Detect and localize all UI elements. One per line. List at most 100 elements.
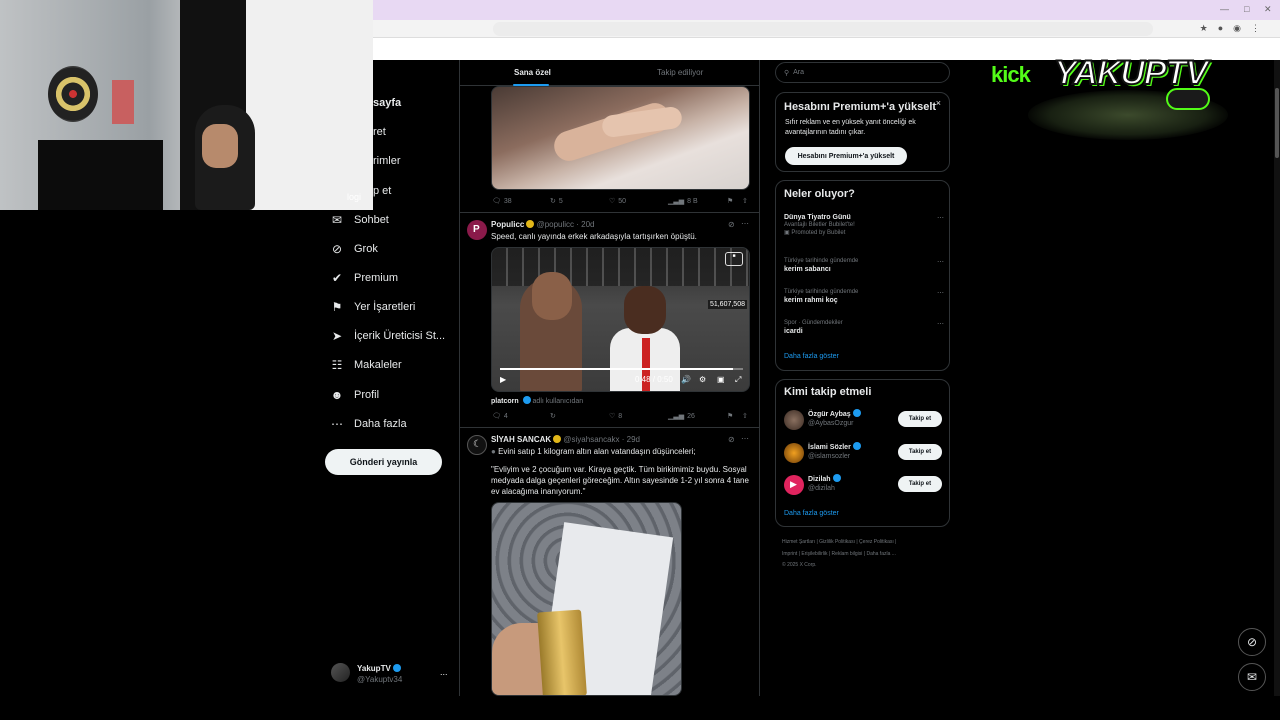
avatar[interactable]: ☾ — [467, 435, 487, 455]
scrollbar[interactable] — [1274, 60, 1280, 696]
more-icon[interactable]: ⋯ — [741, 219, 749, 228]
bookmark-button[interactable]: ⚑ — [727, 197, 733, 205]
bookmark-icon: ⚑ — [727, 413, 734, 420]
trend-item[interactable]: Türkiye tarihinde gündemde kerim sabancı… — [784, 258, 944, 273]
maximize-icon[interactable]: □ — [1244, 4, 1249, 14]
volume-icon[interactable]: 🔊 — [681, 375, 691, 384]
footer-links[interactable]: Hizmet Şartları | Gizlilik Politikası | … — [782, 536, 952, 548]
settings-icon[interactable]: ⚙ — [699, 375, 706, 384]
minimize-icon[interactable]: — — [1220, 4, 1229, 14]
reply-button[interactable]: 🗨 38 — [492, 197, 512, 206]
like-button[interactable]: ♡ 50 — [609, 197, 626, 206]
author-handle[interactable]: @populicc · 20d — [537, 220, 595, 229]
profile-icon: ☻ — [330, 388, 344, 402]
avatar[interactable]: P — [467, 220, 487, 240]
grok-icon[interactable]: ⊘ — [728, 435, 735, 444]
divider — [759, 60, 760, 696]
more-icon[interactable]: ⋯ — [937, 289, 944, 297]
account-switcher[interactable]: YakupTV @Yakuptv34 ... — [331, 661, 451, 691]
crescent-icon: ☾ — [473, 439, 482, 450]
nav-item-chat[interactable]: ✉ Sohbet — [330, 209, 389, 231]
more-icon[interactable]: ⋯ — [741, 434, 749, 443]
tweet-line-text: Evini satıp 1 kilogram altın alan vatand… — [498, 447, 696, 456]
trend-title: Dünya Tiyatro Günü — [784, 214, 851, 221]
suggestion-name-text: Dizilah — [808, 476, 831, 483]
views-button[interactable]: ▁▃▅ 8 B — [668, 197, 698, 206]
trend-item[interactable]: Dünya Tiyatro Günü Avantajlı Biletler Bu… — [784, 214, 944, 236]
grok-icon[interactable]: ⊘ — [1238, 628, 1266, 656]
nav-item-articles[interactable]: ☷ Makaleler — [330, 354, 402, 376]
tweet-line: ● Evini satıp 1 kilogram altın alan vata… — [491, 446, 751, 457]
show-more-link[interactable]: Daha fazla göster — [784, 353, 839, 360]
nav-item-bookmarks[interactable]: ⚑ Yer İşaretleri — [330, 296, 416, 318]
close-icon[interactable]: × — [936, 98, 941, 108]
follow-button[interactable]: Takip et — [898, 444, 942, 460]
premium-icon: ✔ — [331, 271, 343, 285]
trend-item[interactable]: Türkiye tarihinde gündemde kerim rahmi k… — [784, 289, 944, 304]
chat-icon: ✉ — [331, 213, 343, 227]
repost-button[interactable]: ↻ — [550, 412, 559, 420]
pip-icon[interactable]: ▣ — [717, 375, 725, 384]
tweet-header: SİYAH SANCAK @siyahsancakx · 29d — [491, 435, 640, 444]
suggestion-name-text: Özgür Aybaş — [808, 411, 851, 418]
timeline-tabs: Sana özel Takip ediliyor — [460, 60, 759, 86]
tweet-video[interactable]: ■ 51,607,508 ▶ 0:48 / 0:50 🔊 ⚙ ▣ ⤢ — [491, 247, 750, 392]
tab-following[interactable]: Takip ediliyor — [657, 68, 703, 77]
more-icon[interactable]: ... — [440, 667, 448, 677]
menu-icon[interactable]: ⋮ — [1251, 23, 1260, 34]
author-handle[interactable]: @siyahsancakx · 29d — [563, 435, 640, 444]
nav-item-creator-studio[interactable]: ➤ İçerik Üreticisi St... — [330, 325, 445, 347]
premium-card: Hesabını Premium+'a yükselt × Sıfır rekl… — [775, 92, 950, 172]
search-placeholder: Ara — [793, 69, 805, 76]
reply-button[interactable]: 🗨 4 — [492, 412, 508, 421]
more-icon[interactable]: ⋯ — [937, 320, 944, 328]
follow-suggestion[interactable]: İslami Sözler @islamsozler Takip et — [784, 441, 944, 467]
post-button[interactable]: Gönderi yayınla — [325, 449, 442, 475]
repost-button[interactable]: ↻ 5 — [550, 197, 563, 206]
premium-upgrade-button[interactable]: Hesabını Premium+'a yükselt — [785, 147, 907, 165]
tweet-image[interactable] — [491, 502, 682, 696]
author-name[interactable]: Populicc — [491, 220, 524, 229]
nav-item-more[interactable]: ⋯ Daha fazla — [330, 413, 407, 435]
views-button[interactable]: ▁▃▅ 26 — [668, 412, 695, 421]
close-window-icon[interactable]: ✕ — [1264, 4, 1272, 15]
follow-suggestion[interactable]: Özgür Aybaş @AybasOzgur Takip et — [784, 408, 944, 434]
show-more-link[interactable]: Daha fazla göster — [784, 510, 839, 517]
video-progress[interactable] — [500, 368, 743, 370]
repost-icon: ↻ — [550, 198, 556, 205]
reply-count: 38 — [503, 197, 512, 205]
message-icon[interactable]: ✉ — [1238, 663, 1266, 691]
trend-promo: ▣ Promoted by Bubilet — [784, 229, 944, 236]
grok-icon[interactable]: ⊘ — [728, 220, 735, 229]
play-icon[interactable]: ▶ — [500, 375, 506, 384]
grok-icon: ⊘ — [331, 242, 343, 256]
nav-explore[interactable]: ret — [373, 121, 386, 143]
nav-home-label: sayfa — [373, 97, 402, 109]
trend-item[interactable]: Spor · Gündemdekiler icardi ⋯ — [784, 320, 944, 335]
follow-button[interactable]: Takip et — [898, 476, 942, 492]
author-name[interactable]: SİYAH SANCAK — [491, 435, 551, 444]
views-count: 8 B — [687, 197, 698, 205]
follow-suggestion[interactable]: ▶ Dizilah @dizilah Takip et — [784, 473, 944, 499]
suggestion-handle: @islamsozler — [808, 453, 851, 460]
more-icon[interactable]: ⋯ — [937, 258, 944, 266]
bookmark-button[interactable]: ⚑ — [727, 412, 733, 420]
nav-item-grok[interactable]: ⊘ Grok — [330, 238, 378, 260]
follow-button[interactable]: Takip et — [898, 411, 942, 427]
share-button[interactable]: ⇧ — [742, 412, 748, 420]
like-button[interactable]: ♡ 8 — [609, 412, 622, 421]
nav-home[interactable]: sayfa — [373, 92, 401, 114]
search-input[interactable]: ⚲ Ara — [775, 62, 950, 83]
nav-follow[interactable]: p et — [373, 180, 391, 202]
nav-item-label: Profil — [354, 389, 380, 401]
heart-icon: ♡ — [609, 413, 616, 420]
fullscreen-icon[interactable]: ⤢ — [735, 375, 741, 385]
share-button[interactable]: ⇧ — [742, 197, 748, 205]
more-icon[interactable]: ⋯ — [937, 214, 944, 222]
nav-notifications[interactable]: rimler — [373, 150, 401, 172]
nav-item-premium[interactable]: ✔ Premium — [330, 267, 398, 289]
tab-for-you[interactable]: Sana özel — [514, 68, 551, 77]
attribution-name[interactable]: platcorn — [491, 398, 519, 405]
tweet-image[interactable] — [491, 86, 750, 190]
nav-item-profile[interactable]: ☻ Profil — [330, 384, 379, 406]
